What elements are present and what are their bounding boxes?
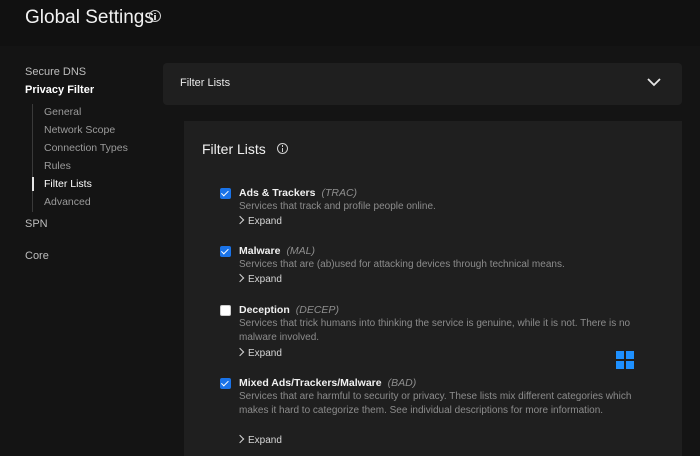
sidebar-item-core[interactable]: Core (25, 250, 49, 262)
filter-code: (BAD) (387, 377, 417, 389)
expand-button[interactable]: Expand (235, 347, 282, 359)
filter-description: Services that are harmful to security or… (239, 391, 632, 416)
active-item-indicator (32, 177, 34, 191)
filter-code: (TRAC) (321, 187, 358, 199)
panel-title: Filter Lists (202, 141, 266, 157)
sidebar-item-privacy-filter[interactable]: Privacy Filter (25, 84, 94, 96)
sidebar-subnav: General Network Scope Connection Types R… (32, 104, 143, 212)
filter-lists-panel: Filter Lists Ads & Trackers (TRAC) Servic… (184, 121, 682, 456)
filter-name: Mixed Ads/Trackers/Malware (239, 377, 382, 389)
chevron-right-icon (235, 215, 245, 225)
chevron-down-icon[interactable] (647, 75, 661, 89)
checkbox-deception[interactable] (220, 305, 231, 316)
chevron-right-icon (235, 273, 245, 283)
sidebar-subitem-rules[interactable]: Rules (44, 160, 71, 172)
expand-button[interactable]: Expand (235, 273, 282, 285)
sidebar-subitem-advanced[interactable]: Advanced (44, 196, 91, 208)
checkbox-ads-trackers[interactable] (220, 188, 231, 199)
top-bar: Global Settings (0, 0, 700, 46)
sidebar-subitem-network-scope[interactable]: Network Scope (44, 124, 115, 136)
sidebar-item-spn[interactable]: SPN (25, 218, 48, 230)
sidebar-item-secure-dns[interactable]: Secure DNS (25, 66, 86, 78)
filter-lists-accordion[interactable]: Filter Lists (163, 63, 682, 105)
filter-name: Malware (239, 245, 281, 257)
accordion-title: Filter Lists (180, 77, 231, 89)
filter-description: Services that track and profile people o… (239, 201, 436, 212)
filter-name: Ads & Trackers (239, 187, 316, 199)
sidebar-subitem-filter-lists[interactable]: Filter Lists (44, 178, 92, 190)
filter-description: Services that trick humans into thinking… (239, 318, 631, 343)
filter-code: (DECEP) (295, 304, 339, 316)
checkbox-mixed[interactable] (220, 378, 231, 389)
page-title: Global Settings (25, 7, 154, 28)
info-circle-icon[interactable] (277, 143, 288, 154)
windows-logo-icon (616, 351, 634, 369)
sidebar-subitem-connection-types[interactable]: Connection Types (44, 142, 128, 154)
sidebar-subitem-general[interactable]: General (44, 106, 81, 118)
chevron-right-icon (235, 434, 245, 444)
filter-name: Deception (239, 304, 290, 316)
filter-description: Services that are (ab)used for attacking… (239, 259, 565, 270)
info-circle-icon[interactable] (149, 10, 161, 22)
expand-button[interactable]: Expand (235, 434, 282, 446)
expand-button[interactable]: Expand (235, 215, 282, 227)
sidebar: Secure DNS Privacy Filter General Networ… (0, 46, 160, 456)
filter-code: (MAL) (286, 245, 316, 257)
chevron-right-icon (235, 347, 245, 357)
checkbox-malware[interactable] (220, 246, 231, 257)
